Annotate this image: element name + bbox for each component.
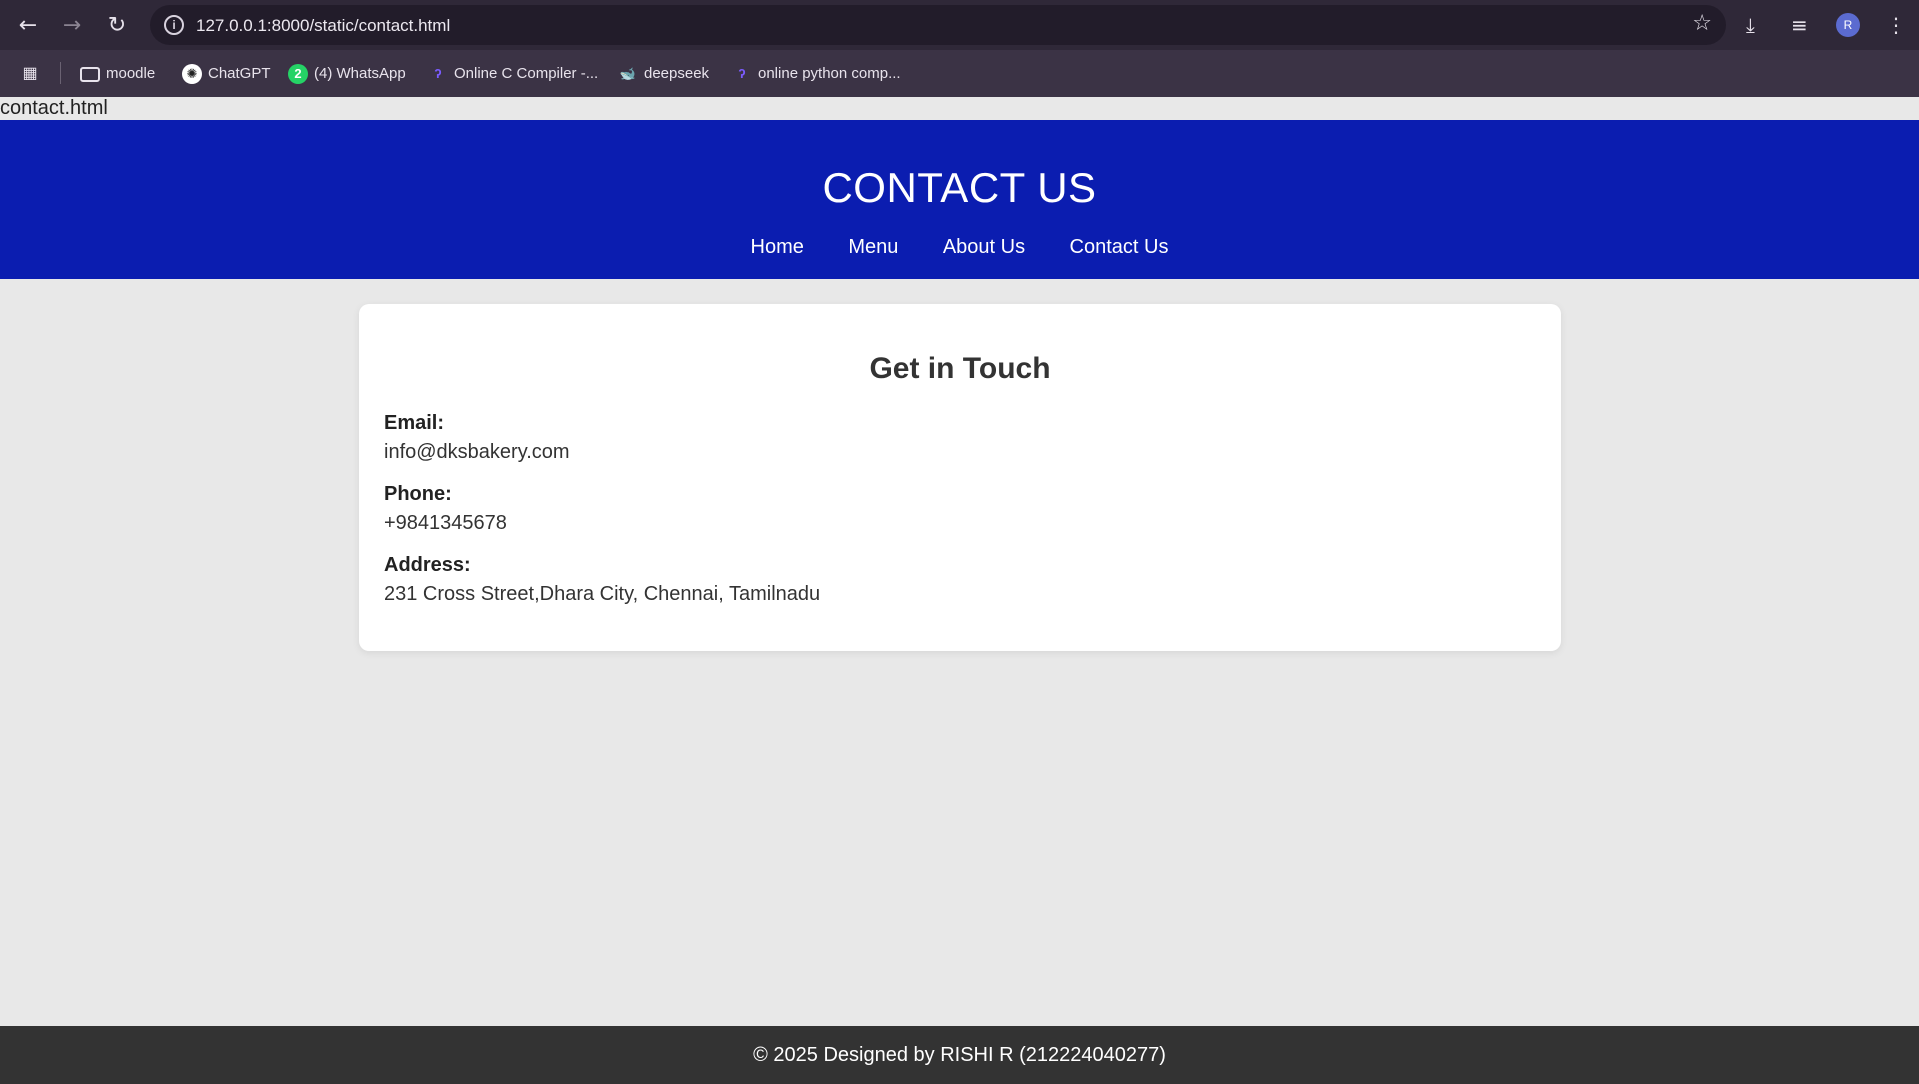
menu-kebab-icon[interactable]: ⋮ — [1886, 10, 1906, 40]
bookmark-chatgpt[interactable]: ✺ ChatGPT — [182, 63, 271, 85]
folder-icon — [80, 66, 100, 82]
back-icon[interactable]: ← — [12, 10, 44, 42]
address-value: 231 Cross Street,Dhara City, Chennai, Ta… — [384, 583, 821, 605]
nav-link-about-us[interactable]: About Us — [943, 236, 1025, 258]
bookmarks-divider — [60, 62, 61, 84]
url-text[interactable]: 127.0.0.1:8000/static/contact.html — [196, 16, 450, 36]
email-label: Email: — [384, 412, 445, 434]
site-header: CONTACT US Home Menu About Us Contact Us — [0, 120, 1919, 279]
contact-card: Get in Touch Email: info@dksbakery.com P… — [359, 304, 1561, 651]
phone-label: Phone: — [384, 483, 452, 505]
avatar[interactable]: R — [1836, 13, 1860, 37]
nav-link-menu[interactable]: Menu — [848, 236, 898, 258]
deepseek-icon: 🐋 — [619, 66, 637, 82]
bookmark-star-icon[interactable]: ☆ — [1692, 11, 1712, 36]
bookmark-label: (4) WhatsApp — [314, 65, 406, 83]
bookmark-label: ChatGPT — [208, 65, 271, 83]
compiler-icon: ʔ — [434, 66, 442, 82]
download-icon[interactable]: ⤓ — [1746, 10, 1755, 40]
url-path: :8000/static/contact.html — [266, 16, 451, 35]
main-nav: Home Menu About Us Contact Us — [0, 236, 1919, 259]
chatgpt-icon: ✺ — [182, 64, 202, 85]
address-label: Address: — [384, 554, 471, 576]
whatsapp-icon: 2 — [288, 64, 308, 85]
compiler-icon: ʔ — [738, 66, 746, 82]
url-host: 127.0.0.1 — [196, 16, 267, 35]
address-bar[interactable]: i 127.0.0.1:8000/static/contact.html ☆ — [150, 5, 1726, 45]
bookmark-moodle[interactable]: moodle — [80, 63, 155, 85]
forward-icon[interactable]: → — [56, 10, 88, 42]
bookmark-label: online python comp... — [758, 65, 901, 83]
reload-icon[interactable]: ↻ — [101, 10, 133, 42]
bookmark-online-python-compiler[interactable]: ʔ online python comp... — [732, 63, 901, 85]
page-title: CONTACT US — [822, 164, 1097, 211]
apps-grid-icon[interactable]: ▦ — [20, 63, 46, 85]
bookmark-deepseek[interactable]: 🐋 deepseek — [618, 63, 709, 85]
nav-link-home[interactable]: Home — [751, 236, 804, 258]
file-label: contact.html — [0, 97, 108, 119]
reading-list-icon[interactable]: ≡ — [1791, 10, 1808, 40]
nav-link-contact-us[interactable]: Contact Us — [1070, 236, 1169, 258]
bookmark-label: deepseek — [644, 65, 710, 83]
site-info-icon[interactable]: i — [164, 15, 184, 35]
phone-value: +9841345678 — [384, 512, 507, 534]
bookmark-label: moodle — [106, 65, 156, 83]
bookmark-online-c-compiler[interactable]: ʔ Online C Compiler -... — [428, 63, 598, 85]
site-footer: © 2025 Designed by RISHI R (212224040277… — [0, 1026, 1919, 1084]
browser-chrome: ← → ↻ i 127.0.0.1:8000/static/contact.ht… — [0, 0, 1919, 97]
browser-toolbar: ← → ↻ i 127.0.0.1:8000/static/contact.ht… — [0, 0, 1919, 50]
card-heading: Get in Touch — [869, 352, 1051, 385]
bookmark-whatsapp[interactable]: 2 (4) WhatsApp — [288, 63, 406, 85]
email-value: info@dksbakery.com — [384, 441, 570, 463]
bookmark-label: Online C Compiler -... — [454, 65, 599, 83]
